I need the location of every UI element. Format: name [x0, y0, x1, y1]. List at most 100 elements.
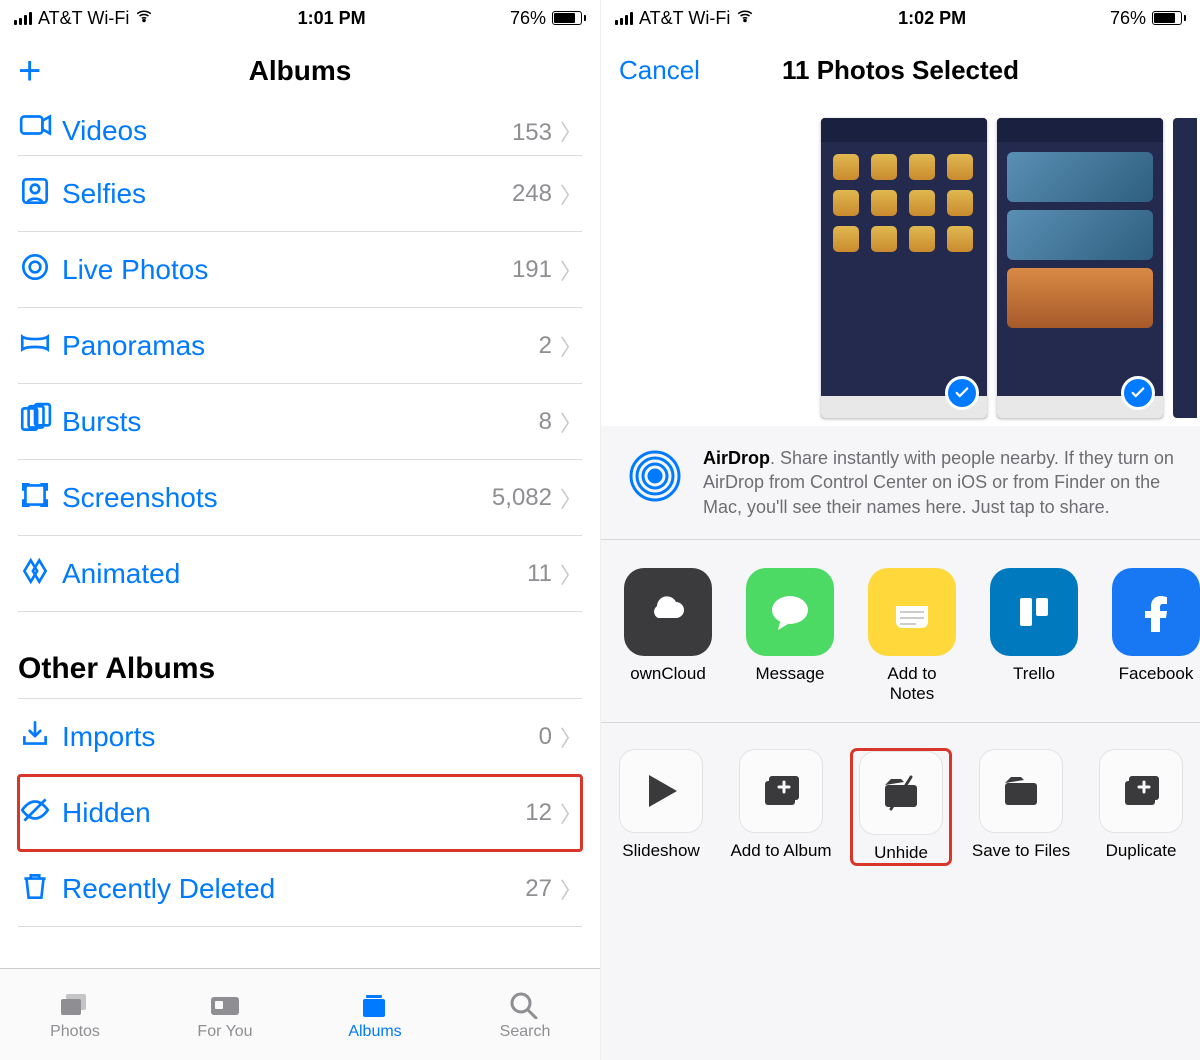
play-icon: [619, 749, 703, 833]
battery-percent: 76%: [510, 8, 546, 29]
nav-bar: + Albums: [0, 36, 600, 106]
chevron-right-icon: 〉: [560, 178, 582, 210]
album-row-bursts[interactable]: Bursts 8 〉: [18, 384, 582, 460]
action-label: Add to Album: [730, 841, 831, 861]
share-sheet: AirDrop. Share instantly with people nea…: [601, 426, 1200, 1060]
share-app-add to notes[interactable]: Add to Notes: [863, 568, 961, 704]
folder-icon: [979, 749, 1063, 833]
tab-label: Albums: [348, 1023, 401, 1041]
tab-label: Photos: [50, 1023, 100, 1041]
album-count: 248: [512, 180, 552, 208]
album-row-animated[interactable]: Animated 11 〉: [18, 536, 582, 612]
fb-icon: [1112, 568, 1200, 656]
album-label: Videos: [62, 115, 512, 147]
battery-icon: [552, 11, 586, 25]
burst-icon: [18, 402, 62, 441]
album-label: Screenshots: [62, 482, 492, 514]
album-row-live photos[interactable]: Live Photos 191 〉: [18, 232, 582, 308]
album-count: 191: [512, 256, 552, 284]
unhide-icon: [859, 751, 943, 835]
clock: 1:01 PM: [298, 8, 366, 29]
photo-thumbnail[interactable]: [821, 118, 987, 418]
signal-icon: [615, 11, 633, 25]
photo-thumbnail[interactable]: [997, 118, 1163, 418]
album-row-videos[interactable]: Videos 153 〉: [18, 106, 582, 156]
selfie-icon: [18, 174, 62, 213]
share-app-owncloud[interactable]: ownCloud: [619, 568, 717, 704]
airdrop-icon: [625, 446, 685, 519]
album-label: Animated: [62, 558, 527, 590]
tab-photos[interactable]: Photos: [0, 969, 150, 1060]
page-title: Albums: [249, 55, 352, 87]
album-row-hidden[interactable]: Hidden 12 〉: [18, 775, 582, 851]
album-row-recently deleted[interactable]: Recently Deleted 27 〉: [18, 851, 582, 927]
check-icon: [945, 376, 979, 410]
tab-bar: Photos For You Albums Search: [0, 968, 600, 1060]
album-row-panoramas[interactable]: Panoramas 2 〉: [18, 308, 582, 384]
tab-albums[interactable]: Albums: [300, 969, 450, 1060]
status-bar: AT&T Wi-Fi 1:01 PM 76%: [0, 0, 600, 36]
action-label: Save to Files: [972, 841, 1070, 861]
albums-screen: AT&T Wi-Fi 1:01 PM 76% + Albums Videos 1…: [0, 0, 600, 1060]
selected-thumbnails: [601, 106, 1200, 430]
album-label: Live Photos: [62, 254, 512, 286]
tab-label: For You: [197, 1023, 252, 1041]
chevron-right-icon: 〉: [560, 330, 582, 362]
album-count: 27: [525, 875, 552, 903]
app-label: Add to Notes: [863, 664, 961, 704]
notes-icon: [868, 568, 956, 656]
album-count: 12: [525, 799, 552, 827]
share-apps-row: ownCloud Message Add to Notes Trello Fac…: [601, 540, 1200, 723]
tab-label: Search: [500, 1023, 551, 1041]
check-icon: [1121, 376, 1155, 410]
signal-icon: [14, 11, 32, 25]
tab-search[interactable]: Search: [450, 969, 600, 1060]
action-label: Unhide: [874, 843, 928, 863]
action-slideshow[interactable]: Slideshow: [611, 749, 711, 865]
app-label: Message: [756, 664, 825, 684]
albumplus-icon: [739, 749, 823, 833]
carrier-label: AT&T Wi-Fi: [639, 8, 730, 29]
wifi-icon: [135, 7, 153, 30]
cancel-button[interactable]: Cancel: [619, 55, 700, 86]
carrier-label: AT&T Wi-Fi: [38, 8, 129, 29]
selection-title: 11 Photos Selected: [782, 55, 1019, 86]
share-app-trello[interactable]: Trello: [985, 568, 1083, 704]
album-label: Imports: [62, 721, 539, 753]
album-count: 8: [539, 408, 552, 436]
app-label: ownCloud: [630, 664, 706, 684]
nav-bar: Cancel 11 Photos Selected: [601, 36, 1200, 106]
album-count: 153: [512, 119, 552, 147]
airdrop-row[interactable]: AirDrop. Share instantly with people nea…: [601, 426, 1200, 540]
photo-thumbnail[interactable]: [1173, 118, 1197, 418]
album-row-screenshots[interactable]: Screenshots 5,082 〉: [18, 460, 582, 536]
screenshot-icon: [18, 478, 62, 517]
bubble-icon: [746, 568, 834, 656]
action-add to album[interactable]: Add to Album: [731, 749, 831, 865]
share-app-facebook[interactable]: Facebook: [1107, 568, 1200, 704]
album-label: Panoramas: [62, 330, 539, 362]
chevron-right-icon: 〉: [560, 558, 582, 590]
wifi-icon: [736, 7, 754, 30]
dup-icon: [1099, 749, 1183, 833]
live-icon: [18, 250, 62, 289]
imports-icon: [18, 717, 62, 756]
album-count: 0: [539, 723, 552, 751]
action-label: Duplicate: [1106, 841, 1177, 861]
action-duplicate[interactable]: Duplicate: [1091, 749, 1191, 865]
action-save to files[interactable]: Save to Files: [971, 749, 1071, 865]
chevron-right-icon: 〉: [560, 115, 582, 147]
album-row-selfies[interactable]: Selfies 248 〉: [18, 156, 582, 232]
chevron-right-icon: 〉: [560, 873, 582, 905]
other-albums-header: Other Albums: [18, 652, 582, 686]
share-app-message[interactable]: Message: [741, 568, 839, 704]
album-row-imports[interactable]: Imports 0 〉: [18, 699, 582, 775]
animated-icon: [18, 554, 62, 593]
airdrop-text: AirDrop. Share instantly with people nea…: [703, 446, 1176, 519]
tab-for you[interactable]: For You: [150, 969, 300, 1060]
add-album-button[interactable]: +: [18, 51, 41, 91]
battery-icon: [1152, 11, 1186, 25]
album-label: Recently Deleted: [62, 873, 525, 905]
album-label: Hidden: [62, 797, 525, 829]
action-unhide[interactable]: Unhide: [851, 749, 951, 865]
